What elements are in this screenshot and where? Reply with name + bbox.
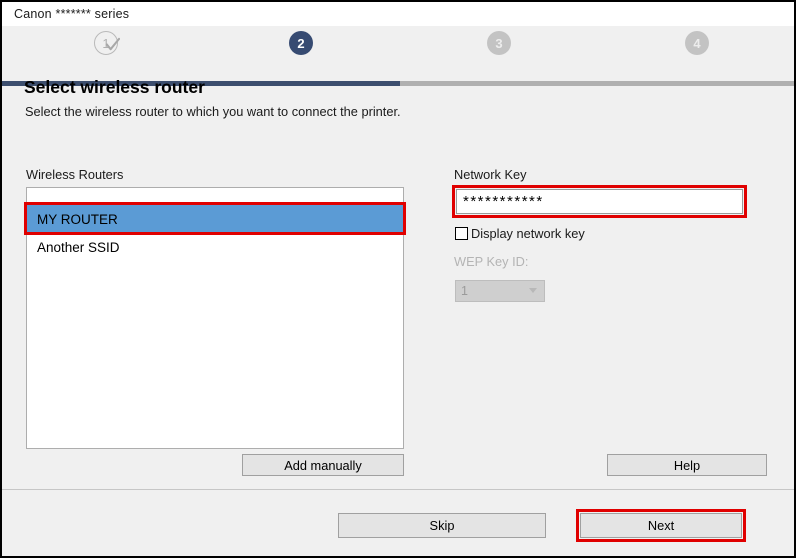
- page-subtitle: Select the wireless router to which you …: [25, 104, 401, 119]
- step-2-label: 2: [289, 31, 313, 55]
- page-title: Select wireless router: [24, 77, 205, 97]
- wep-key-id-label: WEP Key ID:: [454, 254, 529, 269]
- wep-key-id-value: 1: [461, 284, 468, 298]
- step-3-label: 3: [487, 31, 511, 55]
- step-1-label: 1: [94, 31, 118, 55]
- step-indicator-1: 1: [94, 31, 120, 57]
- display-network-key-label: Display network key: [471, 226, 585, 241]
- window-title: Canon ******* series: [14, 7, 130, 21]
- wireless-routers-label: Wireless Routers: [26, 167, 124, 182]
- next-button[interactable]: Next: [580, 513, 742, 538]
- list-item-my-router[interactable]: MY ROUTER: [27, 205, 403, 234]
- step-indicator-bar: 1 2 3 4: [2, 26, 794, 86]
- footer-divider: [2, 489, 794, 490]
- installer-window: Canon ******* series 1 2 3 4 Select wire…: [0, 0, 796, 558]
- display-network-key-row[interactable]: Display network key: [455, 226, 585, 241]
- wep-key-id-select: 1: [455, 280, 545, 302]
- add-manually-button[interactable]: Add manually: [242, 454, 404, 476]
- step-indicator-3: 3: [487, 31, 513, 57]
- help-button[interactable]: Help: [607, 454, 767, 476]
- display-network-key-checkbox[interactable]: [455, 227, 468, 240]
- list-item-another-ssid[interactable]: Another SSID: [27, 234, 403, 262]
- list-item-blank: [27, 188, 403, 205]
- step-indicator-2: 2: [289, 31, 315, 57]
- network-key-input[interactable]: [456, 189, 743, 214]
- skip-button[interactable]: Skip: [338, 513, 546, 538]
- window-titlebar: Canon ******* series: [2, 2, 794, 26]
- network-key-label: Network Key: [454, 167, 527, 182]
- wireless-routers-list[interactable]: MY ROUTER Another SSID: [26, 187, 404, 449]
- chevron-down-icon: [529, 288, 537, 293]
- step-4-label: 4: [685, 31, 709, 55]
- step-indicator-4: 4: [685, 31, 711, 57]
